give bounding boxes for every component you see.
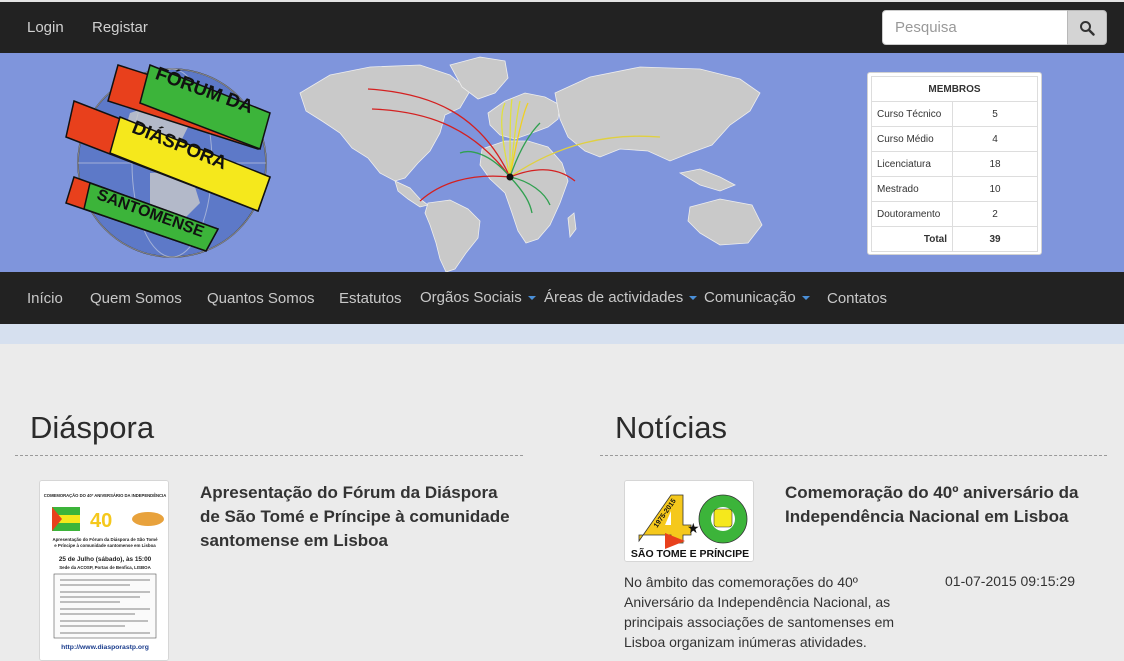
news-article-date: 01-07-2015 09:15:29 — [945, 573, 1075, 589]
members-total-row: Total 39 — [871, 226, 1038, 252]
top-bar: Login Registar — [0, 0, 1124, 53]
members-row: Doutoramento 2 — [871, 201, 1038, 227]
nav-label: Contatos — [827, 290, 888, 307]
members-row: Licenciatura 18 — [871, 151, 1038, 177]
nav-item-estatutos[interactable]: Estatutos — [339, 290, 402, 307]
forum-logo: FÓRUM DA DIÁSPORA SANTOMENSE — [65, 62, 271, 258]
diaspora-poster-thumbnail[interactable]: COMEMORAÇÃO DO 40º ANIVERSÁRIO DA INDEPE… — [39, 480, 169, 661]
nav-item-contatos[interactable]: Contatos — [827, 290, 887, 307]
members-header: MEMBROS — [871, 76, 1038, 102]
poster-venue: Sede da ACOSP, Portas de Benfica, LISBOA — [59, 565, 151, 570]
members-row-label: Curso Técnico — [871, 101, 953, 127]
poster-line1: Apresentação do Fórum da Diáspora de São… — [52, 537, 158, 542]
nav-item-quantos-somos[interactable]: Quantos Somos — [207, 290, 315, 307]
login-link[interactable]: Login — [27, 19, 64, 36]
chevron-down-icon — [527, 296, 536, 301]
nav-label: Orgãos Sociais — [420, 289, 522, 306]
nav-label: Estatutos — [339, 290, 402, 307]
header-banner: FÓRUM DA DIÁSPORA SANTOMENSE MEMBROS Cur… — [0, 53, 1124, 272]
nav-label: Quantos Somos — [207, 290, 315, 307]
svg-text:40: 40 — [90, 510, 112, 532]
members-row-value: 10 — [952, 176, 1038, 202]
members-total-value: 39 — [952, 226, 1038, 252]
search-icon — [1080, 20, 1095, 36]
members-row-label: Mestrado — [871, 176, 953, 202]
poster-line2: e Príncipe à comunidade santomense em Li… — [54, 543, 156, 548]
search-input[interactable] — [882, 10, 1068, 45]
members-row-label: Doutoramento — [871, 201, 953, 227]
nav-item-orgaos-sociais[interactable]: Orgãos Sociais — [420, 289, 536, 306]
nav-label: Áreas de actividades — [544, 289, 684, 306]
search-form — [882, 10, 1107, 45]
nav-item-comunicacao[interactable]: Comunicação — [704, 289, 810, 306]
nav-label: Quem Somos — [90, 290, 182, 307]
poster-image: COMEMORAÇÃO DO 40º ANIVERSÁRIO DA INDEPE… — [40, 481, 168, 660]
chevron-down-icon — [801, 296, 810, 301]
poster-url: http://www.diasporastp.org — [61, 644, 149, 651]
nav-label: Comunicação — [704, 289, 796, 306]
nav-item-quem-somos[interactable]: Quem Somos — [90, 290, 182, 307]
members-row-label: Curso Médio — [871, 126, 953, 152]
members-table: MEMBROS Curso Técnico 5 Curso Médio 4 Lice… — [867, 72, 1042, 255]
members-row: Mestrado 10 — [871, 176, 1038, 202]
news-thumbnail[interactable]: ★ 1975-2015 SÃO TOME E PRÍNCIPE — [624, 480, 754, 562]
nav-stripe — [0, 324, 1124, 344]
svg-text:★: ★ — [687, 521, 700, 537]
anniversary-logo-image: ★ 1975-2015 SÃO TOME E PRÍNCIPE — [625, 481, 753, 561]
nav-item-areas-actividades[interactable]: Áreas de actividades — [544, 289, 698, 306]
section-divider — [600, 455, 1107, 456]
nav-item-inicio[interactable]: Início — [27, 290, 63, 307]
members-row-value: 5 — [952, 101, 1038, 127]
nav-label: Início — [27, 290, 63, 307]
chevron-down-icon — [689, 296, 698, 301]
members-row-value: 4 — [952, 126, 1038, 152]
search-button[interactable] — [1067, 10, 1107, 45]
section-title-diaspora: Diáspora — [30, 410, 155, 445]
poster-heading: COMEMORAÇÃO DO 40º ANIVERSÁRIO DA INDEPE… — [44, 493, 166, 498]
members-row-value: 18 — [952, 151, 1038, 177]
members-row-label: Licenciatura — [871, 151, 953, 177]
members-row: Curso Técnico 5 — [871, 101, 1038, 127]
members-row-value: 2 — [952, 201, 1038, 227]
main-nav: Início Quem Somos Quantos Somos Estatuto… — [0, 272, 1124, 324]
members-row: Curso Médio 4 — [871, 126, 1038, 152]
section-divider — [15, 455, 523, 456]
members-total-label: Total — [871, 226, 953, 252]
register-link[interactable]: Registar — [92, 19, 148, 36]
diaspora-article-title[interactable]: Apresentação do Fórum da Diáspora de São… — [200, 481, 510, 553]
poster-date: 25 de Julho (sábado), às 15:00 — [59, 556, 152, 563]
news-article-title[interactable]: Comemoração do 40º aniversário da Indepe… — [785, 481, 1095, 529]
news-article-body: No âmbito das comemorações do 40º Aniver… — [624, 574, 895, 650]
section-title-noticias: Notícias — [615, 410, 727, 445]
news-thumb-caption: SÃO TOME E PRÍNCIPE — [631, 547, 749, 560]
